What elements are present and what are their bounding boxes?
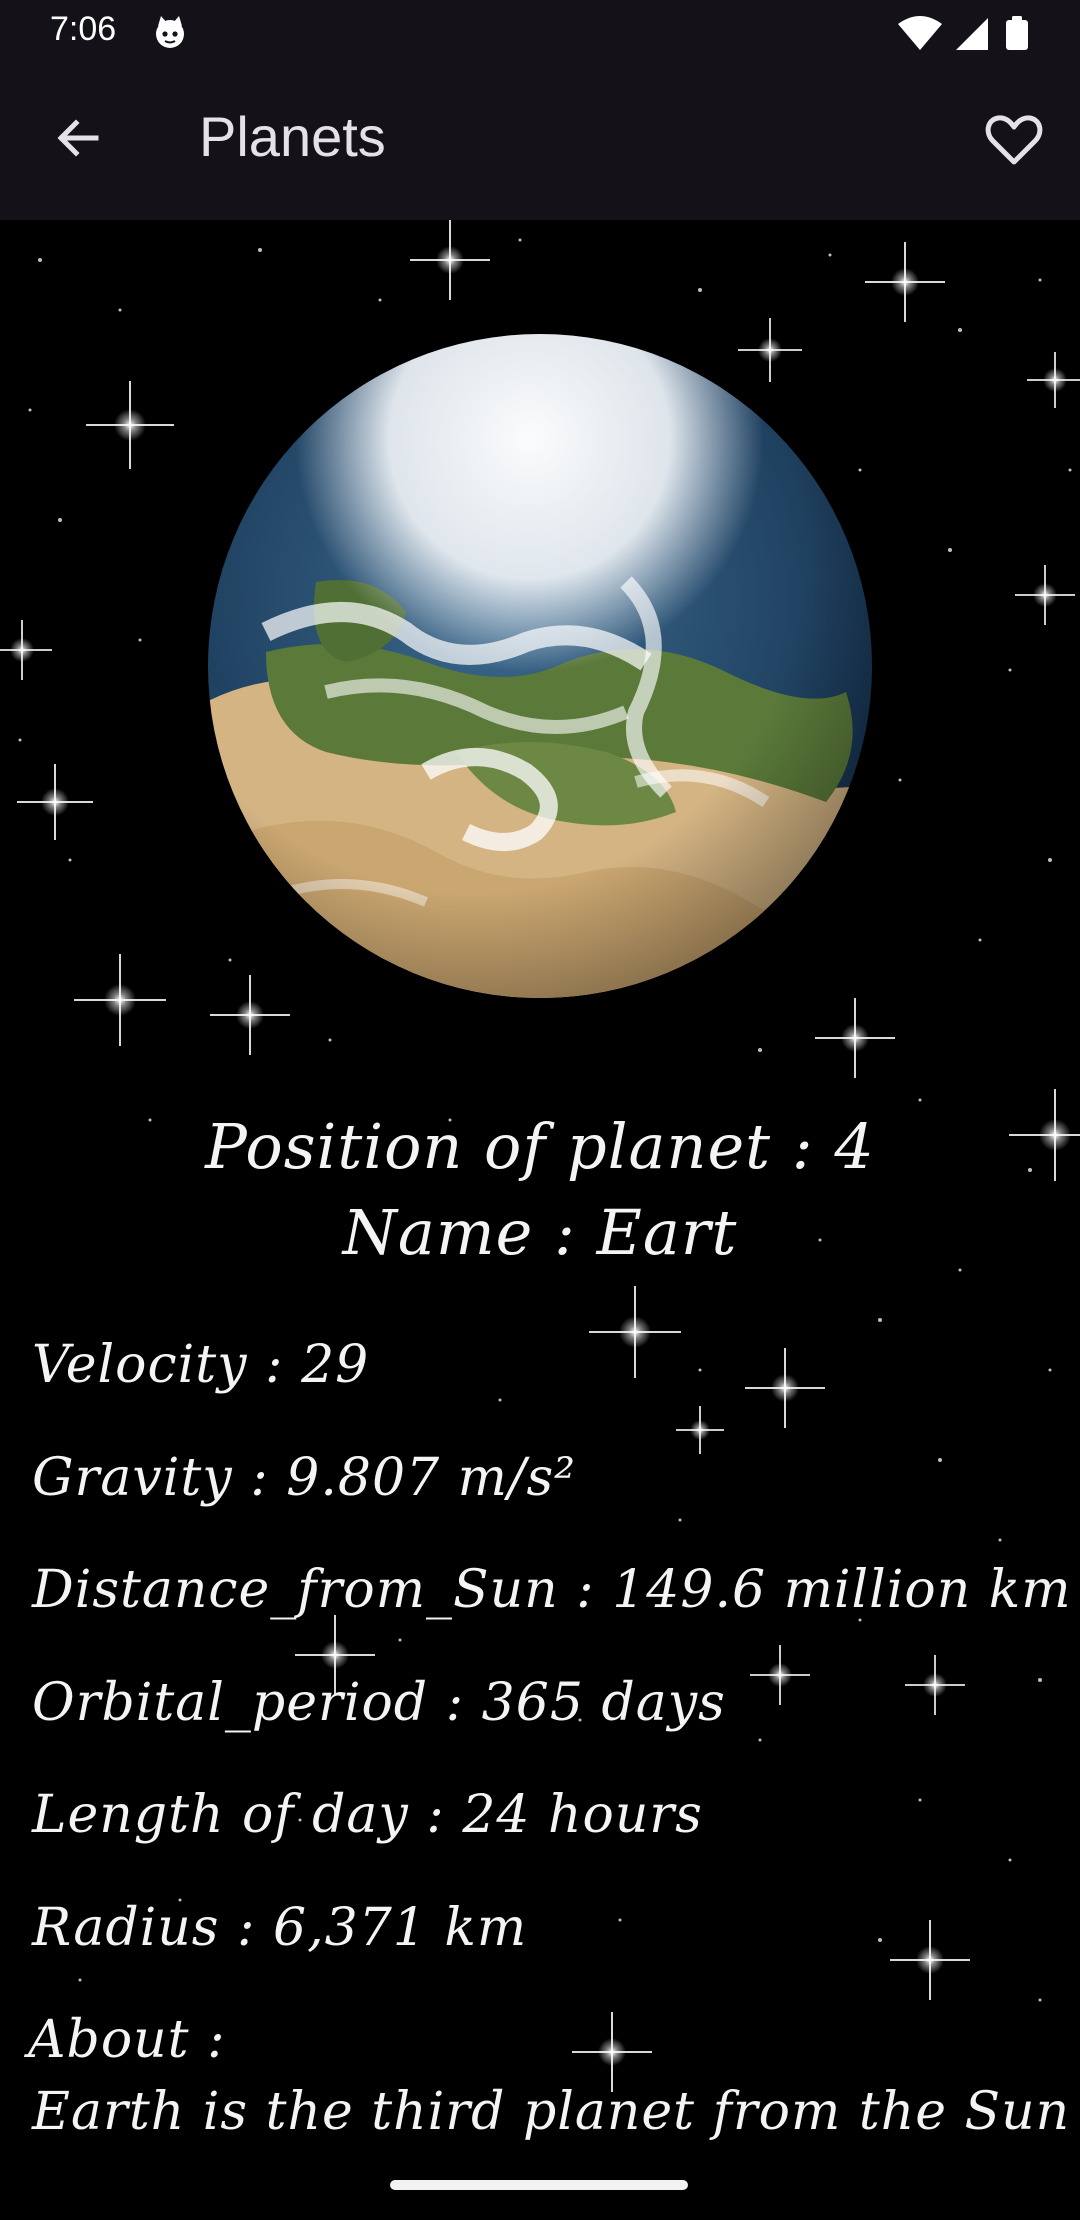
about-label: About : [28,2010,226,2070]
wifi-icon [898,16,942,50]
battery-icon [1006,16,1028,50]
planet-position: Position of planet : 4 [205,1110,875,1183]
heart-outline-icon [985,115,1043,165]
status-time: 7:06 [50,10,117,48]
stat-orbital-period: Orbital_period : 365 days [32,1673,726,1733]
page-title: Planets [199,105,386,168]
planet-content: Position of planet : 4 Name : Eart Veloc… [0,220,1080,2220]
status-icons [898,16,1028,50]
stat-length-of-day: Length of day : 24 hours [32,1785,703,1845]
cellular-signal-icon [956,18,988,50]
stat-gravity: Gravity : 9.807 m/s² [32,1448,577,1508]
arrow-left-icon [57,119,99,157]
top-app-bar: Planets [0,64,1080,220]
home-indicator[interactable] [390,2180,688,2190]
earth-image [208,334,872,998]
stat-velocity: Velocity : 29 [32,1335,370,1395]
status-bar: 7:06 [0,0,1080,64]
stat-distance-from-sun: Distance_from_Sun : 149.6 million km [32,1560,1072,1620]
stat-radius: Radius : 6,371 km [32,1898,528,1958]
favorite-button[interactable] [978,104,1050,176]
planet-name: Name : Eart [342,1196,738,1269]
planet-detail-screen: 7:06 Planets Position of planet: 4 Name… [0,0,1080,2220]
about-text: Earth is the third planet from the Sun [32,2082,1071,2142]
cat-notification-icon [156,16,184,48]
back-button[interactable] [46,106,110,170]
